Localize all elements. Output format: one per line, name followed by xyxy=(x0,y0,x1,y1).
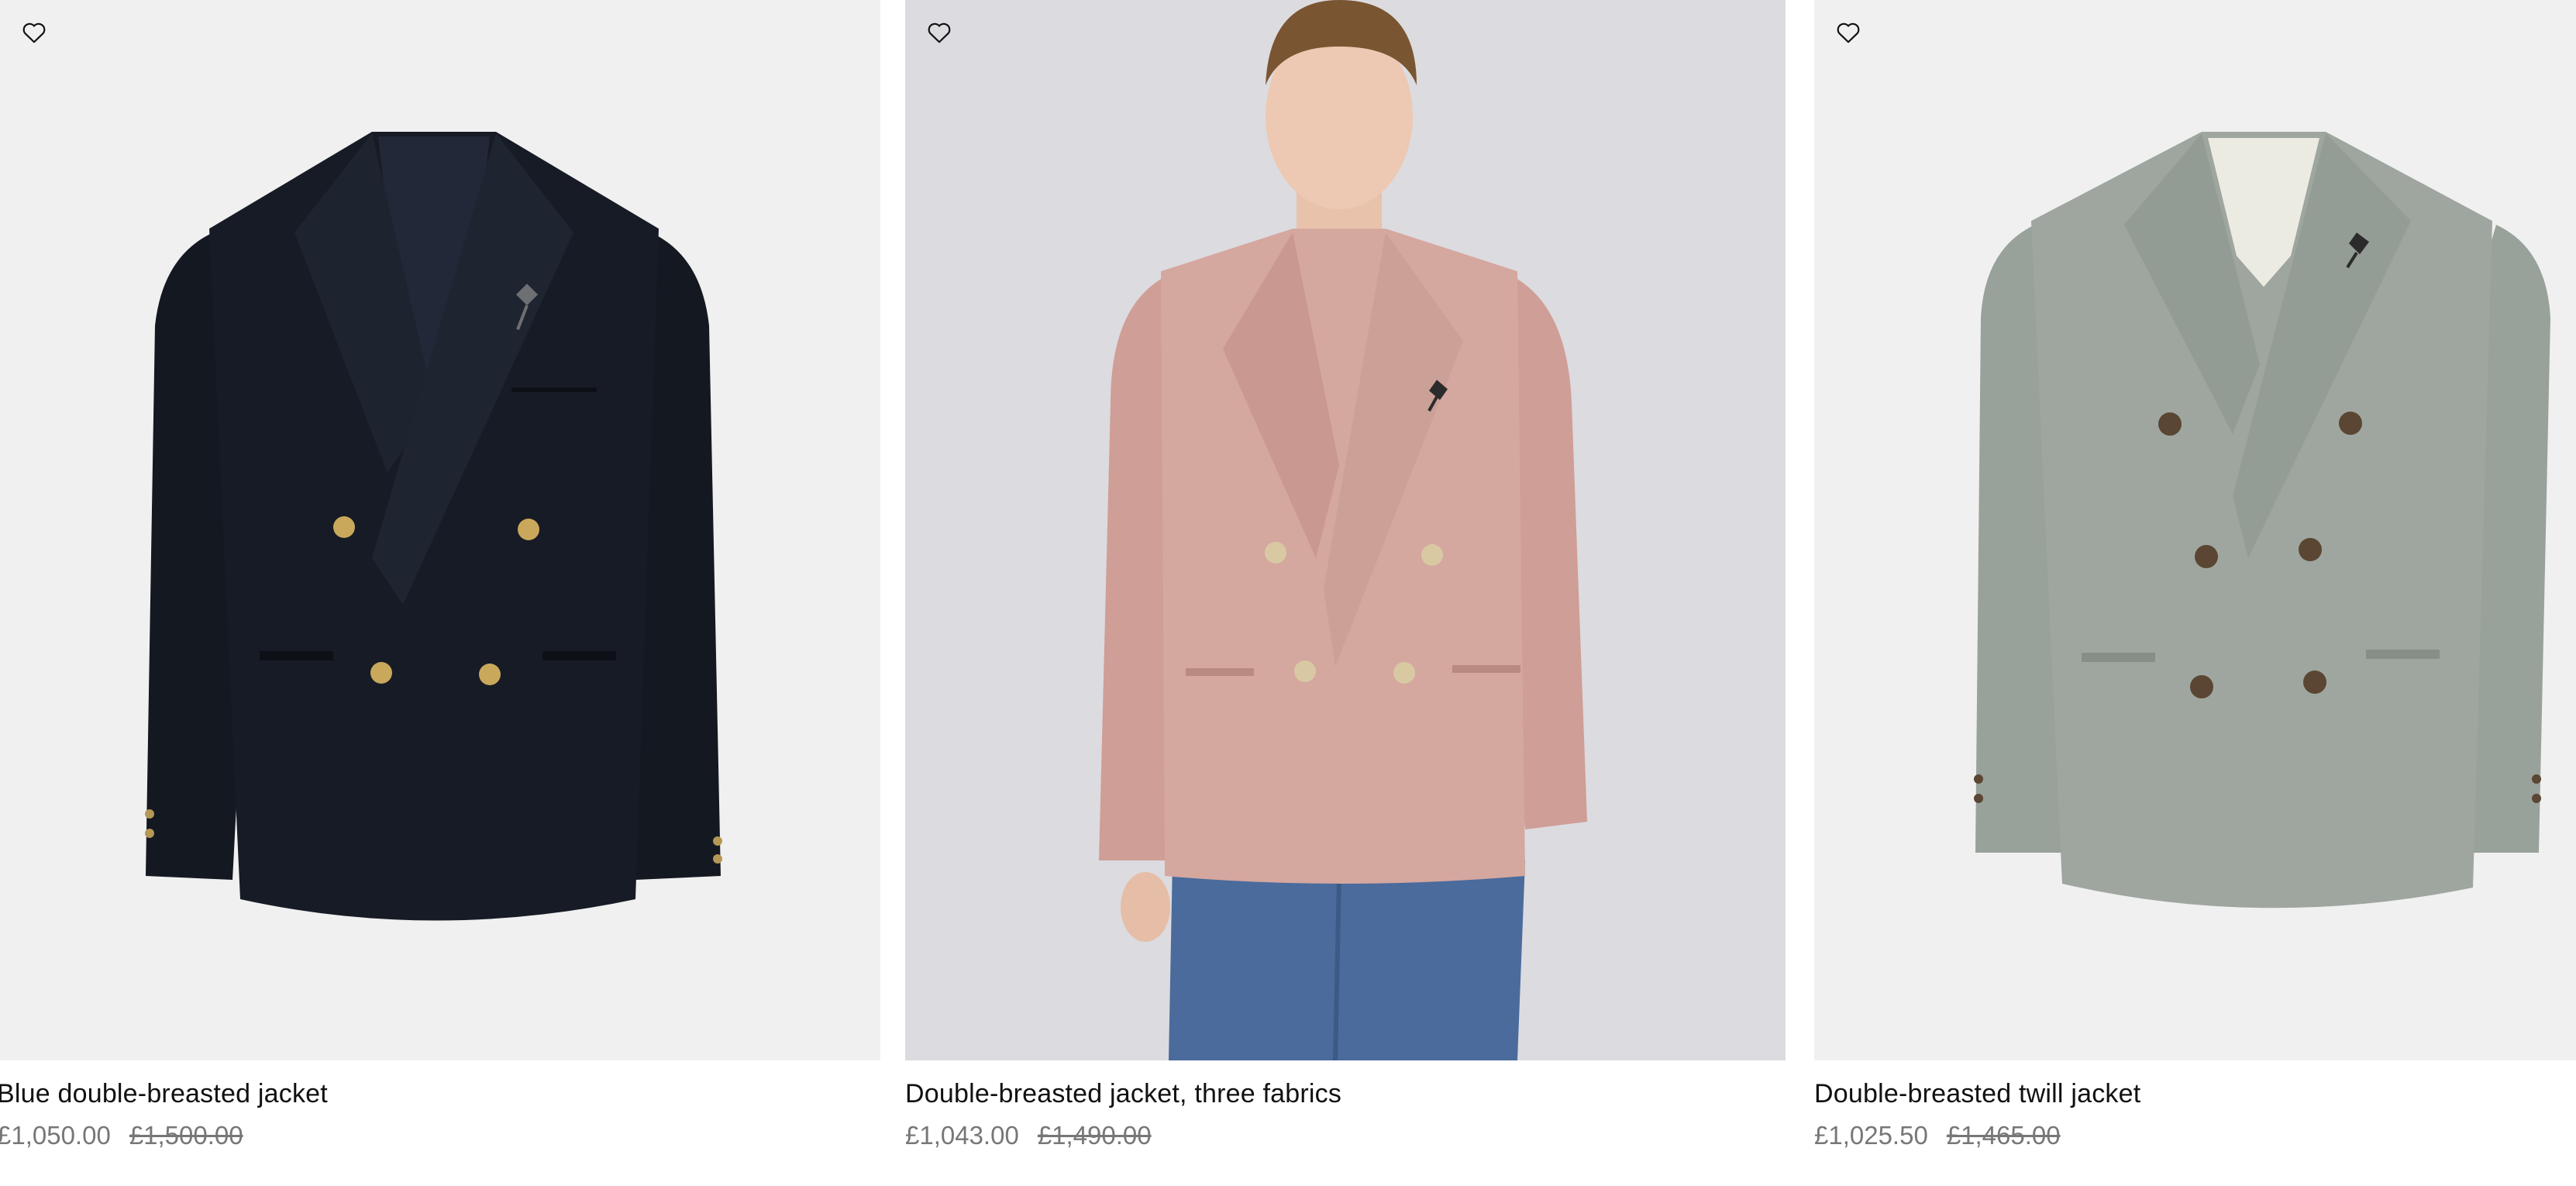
product-card[interactable]: Double-breasted twill jacket £1,025.50 £1… xyxy=(1814,0,2576,1186)
original-price: £1,465.00 xyxy=(1946,1121,2061,1150)
sale-price: £1,050.00 xyxy=(0,1121,111,1150)
product-name[interactable]: Double-breasted twill jacket xyxy=(1814,1079,2140,1109)
wishlist-heart-icon[interactable] xyxy=(924,17,955,48)
product-prices: £1,050.00 £1,500.00 xyxy=(0,1121,243,1150)
navy-jacket-image xyxy=(145,132,722,921)
product-prices: £1,025.50 £1,465.00 xyxy=(1814,1121,2061,1150)
product-image[interactable] xyxy=(1814,0,2576,1060)
original-price: £1,500.00 xyxy=(129,1121,243,1150)
product-image[interactable] xyxy=(905,0,1786,1060)
sale-price: £1,025.50 xyxy=(1814,1121,1928,1150)
sage-jacket-image xyxy=(1974,132,2550,908)
product-card[interactable]: Blue double-breasted jacket £1,050.00 £1,… xyxy=(0,0,880,1186)
product-name[interactable]: Blue double-breasted jacket xyxy=(0,1079,328,1109)
pink-jacket-model-image xyxy=(1099,0,1587,1060)
wishlist-heart-icon[interactable] xyxy=(19,17,50,48)
product-card[interactable]: Double-breasted jacket, three fabrics £1… xyxy=(905,0,1786,1186)
product-prices: £1,043.00 £1,490.00 xyxy=(905,1121,1152,1150)
product-name[interactable]: Double-breasted jacket, three fabrics xyxy=(905,1079,1341,1109)
wishlist-heart-icon[interactable] xyxy=(1833,17,1864,48)
product-image[interactable] xyxy=(0,0,880,1060)
product-grid: Blue double-breasted jacket £1,050.00 £1,… xyxy=(0,0,2576,1186)
sale-price: £1,043.00 xyxy=(905,1121,1019,1150)
original-price: £1,490.00 xyxy=(1037,1121,1152,1150)
